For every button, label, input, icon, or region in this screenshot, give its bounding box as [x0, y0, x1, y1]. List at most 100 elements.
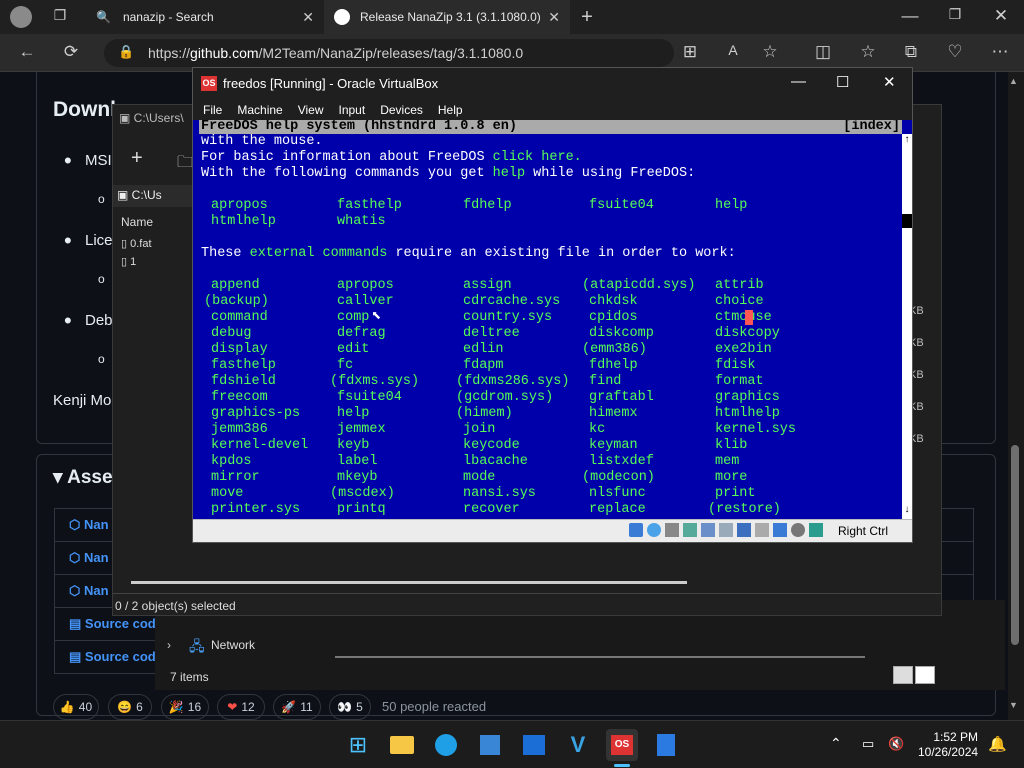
chevron-right-icon[interactable]: › — [167, 638, 171, 652]
clock[interactable]: 1:52 PM 10/26/2024 — [918, 730, 978, 760]
external-command-link[interactable]: move — [211, 486, 243, 502]
back-icon[interactable]: ← — [12, 42, 42, 62]
external-command-link[interactable]: (fdxms286.sys) — [456, 374, 569, 390]
add-button[interactable]: + — [131, 147, 143, 170]
help-command-link[interactable]: fdhelp — [463, 198, 512, 214]
assets-heading[interactable]: ▾ Asset — [53, 466, 119, 489]
help-command-link[interactable]: apropos — [211, 198, 268, 214]
network-label[interactable]: Network — [211, 638, 255, 652]
details-view-icon[interactable] — [893, 666, 913, 684]
external-command-link[interactable]: comp — [337, 310, 369, 326]
external-command-link[interactable]: kernel-devel — [211, 438, 308, 454]
store-icon[interactable] — [474, 729, 506, 761]
dos-link[interactable]: click here. — [493, 150, 582, 165]
external-command-link[interactable]: freecom — [211, 390, 268, 406]
external-command-link[interactable]: cdrcache.sys — [463, 294, 560, 310]
display-icon[interactable] — [737, 523, 751, 537]
network-adapter-icon[interactable] — [683, 523, 697, 537]
usb-icon[interactable] — [701, 523, 715, 537]
external-command-link[interactable]: fdhelp — [589, 358, 638, 374]
external-command-link[interactable]: (backup) — [204, 294, 269, 310]
vbox-title-bar[interactable]: OS freedos [Running] - Oracle VirtualBox… — [193, 68, 912, 99]
external-command-link[interactable]: keycode — [463, 438, 520, 454]
external-command-link[interactable]: kpdos — [211, 454, 252, 470]
help-command-link[interactable]: fsuite04 — [589, 198, 654, 214]
external-command-link[interactable]: display — [211, 342, 268, 358]
close-tab-icon[interactable]: ✕ — [548, 9, 560, 26]
mouse-integration-icon[interactable] — [791, 523, 805, 537]
asset-link[interactable]: ▤ Source cod — [69, 616, 156, 632]
reaction-heart[interactable]: ❤ 12 — [217, 694, 265, 720]
external-command-link[interactable]: fasthelp — [211, 358, 276, 374]
reaction-laugh[interactable]: 😄 6 — [108, 694, 152, 720]
external-command-link[interactable]: exe2bin — [715, 342, 772, 358]
external-command-link[interactable]: more — [715, 470, 747, 486]
external-command-link[interactable]: graftabl — [589, 390, 654, 406]
display-tray-icon[interactable]: ▭ — [862, 736, 874, 752]
external-command-link[interactable]: (restore) — [708, 502, 781, 518]
external-command-link[interactable]: klib — [715, 438, 747, 454]
vbox-close-icon[interactable]: ✕ — [883, 73, 896, 91]
menu-devices[interactable]: Devices — [380, 103, 423, 117]
close-window-icon[interactable]: ✕ — [986, 6, 1016, 26]
external-command-link[interactable]: recover — [463, 502, 520, 518]
recording-icon[interactable] — [755, 523, 769, 537]
menu-help[interactable]: Help — [438, 103, 463, 117]
external-command-link[interactable]: lbacache — [463, 454, 528, 470]
reaction-eyes[interactable]: 👀 5 — [329, 694, 371, 720]
external-command-link[interactable]: fsuite04 — [337, 390, 402, 406]
external-command-link[interactable]: command — [211, 310, 268, 326]
dos-scroll-up-icon[interactable]: ↑ — [902, 134, 912, 145]
external-command-link[interactable]: defrag — [337, 326, 386, 342]
reaction-thumbs-up[interactable]: 👍 40 — [53, 694, 99, 720]
cpu-icon[interactable] — [773, 523, 787, 537]
app-available-icon[interactable]: ⊞ — [675, 42, 705, 62]
path-bar[interactable]: ▣ C:\Us — [113, 185, 193, 207]
menu-input[interactable]: Input — [339, 103, 366, 117]
external-command-link[interactable]: format — [715, 374, 764, 390]
reaction-hooray[interactable]: 🎉 16 — [161, 694, 209, 720]
page-scrollbar-thumb[interactable] — [1011, 445, 1019, 645]
external-command-link[interactable]: graphics-ps — [211, 406, 300, 422]
reaction-rocket[interactable]: 🚀 11 — [273, 694, 321, 720]
menu-machine[interactable]: Machine — [237, 103, 282, 117]
help-command-link[interactable]: help — [715, 198, 747, 214]
favorite-star-icon[interactable]: ☆ — [755, 42, 785, 62]
start-windows-icon[interactable]: ⊞ — [342, 729, 374, 761]
external-command-link[interactable]: join — [463, 422, 495, 438]
external-command-link[interactable]: printq — [337, 502, 386, 518]
dos-scroll-down-icon[interactable]: ↓ — [902, 504, 912, 515]
optical-drive-icon[interactable] — [647, 523, 661, 537]
external-command-link[interactable]: mirror — [211, 470, 260, 486]
notification-bell-icon[interactable]: 🔔 — [988, 735, 1007, 753]
new-tab-icon[interactable]: + — [572, 6, 602, 29]
file-item[interactable]: ▯ 1 — [121, 255, 136, 268]
external-command-link[interactable]: print — [715, 486, 756, 502]
external-command-link[interactable]: choice — [715, 294, 764, 310]
external-command-link[interactable]: mkeyb — [337, 470, 378, 486]
external-command-link[interactable]: jemm386 — [211, 422, 268, 438]
tab-actions-icon[interactable]: ❐ — [45, 7, 75, 24]
external-command-link[interactable]: edit — [337, 342, 369, 358]
settings-more-icon[interactable]: ⋯ — [985, 42, 1015, 62]
external-command-link[interactable]: listxdef — [589, 454, 654, 470]
external-command-link[interactable]: (emm386) — [582, 342, 647, 358]
dos-index-link[interactable]: [index] — [843, 120, 900, 134]
tab-release[interactable]: Release NanaZip 3.1 (3.1.1080.0) ✕ — [324, 0, 570, 34]
external-command-link[interactable]: fdapm — [463, 358, 504, 374]
external-command-link[interactable]: (fdxms.sys) — [330, 374, 419, 390]
external-command-link[interactable]: deltree — [463, 326, 520, 342]
horizontal-scrollbar[interactable] — [131, 581, 687, 584]
url-field[interactable]: 🔒 https://github.com/M2Team/NanaZip/rele… — [104, 39, 674, 67]
external-command-link[interactable]: find — [589, 374, 621, 390]
help-command-link[interactable]: fasthelp — [337, 198, 402, 214]
help-command-link[interactable]: htmlhelp — [211, 214, 276, 230]
floppy-icon[interactable] — [665, 523, 679, 537]
external-command-link[interactable]: debug — [211, 326, 252, 342]
asset-link[interactable]: ▤ Source cod — [69, 649, 156, 665]
external-command-link[interactable]: htmlhelp — [715, 406, 780, 422]
external-command-link[interactable]: apropos — [337, 278, 394, 294]
vbox-maximize-icon[interactable]: ☐ — [836, 73, 849, 91]
external-command-link[interactable]: country.sys — [463, 310, 552, 326]
asset-link[interactable]: ⬡ Nan — [69, 583, 109, 599]
